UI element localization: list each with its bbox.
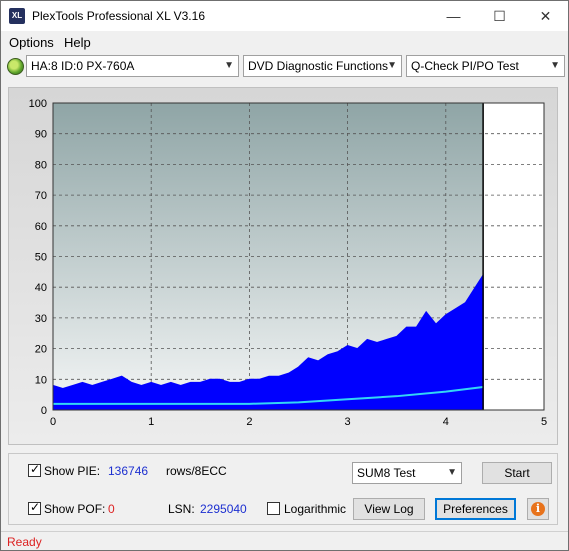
y-tick-label: 30 <box>35 313 47 325</box>
y-tick-label: 10 <box>35 374 47 386</box>
close-button[interactable]: ✕ <box>523 1 568 31</box>
menu-options[interactable]: Options <box>9 35 54 50</box>
minimize-button[interactable]: — <box>431 1 476 31</box>
y-tick-label: 70 <box>35 190 47 202</box>
title-bar: XL PlexTools Professional XL V3.16 — ☐ ✕ <box>1 1 568 31</box>
pie-count-value: 136746 <box>108 464 149 478</box>
logarithmic-checkbox[interactable] <box>267 502 280 515</box>
toolbar: HA:8 ID:0 PX-760A ▼ DVD Diagnostic Funct… <box>1 53 568 81</box>
app-window: XL PlexTools Professional XL V3.16 — ☐ ✕… <box>0 0 569 551</box>
start-button[interactable]: Start <box>482 462 552 484</box>
lsn-label: LSN: <box>168 502 195 516</box>
chevron-down-icon: ▼ <box>224 60 234 71</box>
menu-help[interactable]: Help <box>64 35 91 50</box>
info-icon: i <box>531 502 545 516</box>
rows-unit-label: rows/8ECC <box>166 464 227 478</box>
app-logo-icon: XL <box>9 8 25 24</box>
test-mode-select-value: SUM8 Test <box>357 466 416 480</box>
x-tick-label: 1 <box>148 416 154 428</box>
chevron-down-icon: ▼ <box>387 60 397 71</box>
status-text: Ready <box>7 535 42 549</box>
pi-po-chart: 0 1 2 3 4 50102030405060708090100 <box>29 98 547 428</box>
x-tick-label: 2 <box>246 416 252 428</box>
controls-panel: Show PIE: 136746 rows/8ECC Show POF: 0 L… <box>8 453 558 525</box>
y-tick-label: 80 <box>35 159 47 171</box>
y-tick-label: 90 <box>35 129 47 141</box>
status-bar: Ready <box>1 531 568 550</box>
test-mode-select[interactable]: SUM8 Test ▼ <box>352 462 462 484</box>
disc-drive-icon <box>7 58 24 75</box>
show-pof-label: Show POF: <box>44 502 106 516</box>
test-select-value: Q-Check PI/PO Test <box>411 59 519 73</box>
info-button[interactable]: i <box>527 498 549 520</box>
window-title: PlexTools Professional XL V3.16 <box>32 9 205 23</box>
x-tick-label: 3 <box>345 416 351 428</box>
chevron-down-icon: ▼ <box>550 60 560 71</box>
preferences-button[interactable]: Preferences <box>435 498 516 520</box>
function-select[interactable]: DVD Diagnostic Functions ▼ <box>243 55 402 77</box>
y-tick-label: 20 <box>35 344 47 356</box>
x-tick-label: 0 <box>50 416 56 428</box>
chevron-down-icon: ▼ <box>447 467 457 478</box>
drive-select-value: HA:8 ID:0 PX-760A <box>31 59 135 73</box>
maximize-button[interactable]: ☐ <box>477 1 522 31</box>
y-tick-label: 60 <box>35 221 47 233</box>
y-tick-label: 40 <box>35 282 47 294</box>
show-pof-checkbox[interactable] <box>28 500 41 515</box>
drive-select[interactable]: HA:8 ID:0 PX-760A ▼ <box>26 55 239 77</box>
menu-bar: Options Help <box>1 32 568 52</box>
show-pie-checkbox[interactable] <box>28 462 41 477</box>
chart-panel: 0 1 2 3 4 5 0 10 20 30 40 50 60 70 80 90 100 <box>8 87 558 445</box>
show-pie-label: Show PIE: <box>44 464 101 478</box>
lsn-value: 2295040 <box>200 502 247 516</box>
function-select-value: DVD Diagnostic Functions <box>248 59 389 73</box>
y-tick-label: 100 <box>29 98 47 110</box>
x-tick-label: 5 <box>541 416 547 428</box>
y-tick-label: 0 <box>41 405 47 417</box>
y-tick-label: 50 <box>35 252 47 264</box>
x-tick-label: 4 <box>443 416 449 428</box>
test-select[interactable]: Q-Check PI/PO Test ▼ <box>406 55 565 77</box>
view-log-button[interactable]: View Log <box>353 498 425 520</box>
pof-count-value: 0 <box>108 502 115 516</box>
logarithmic-label: Logarithmic <box>284 502 347 516</box>
